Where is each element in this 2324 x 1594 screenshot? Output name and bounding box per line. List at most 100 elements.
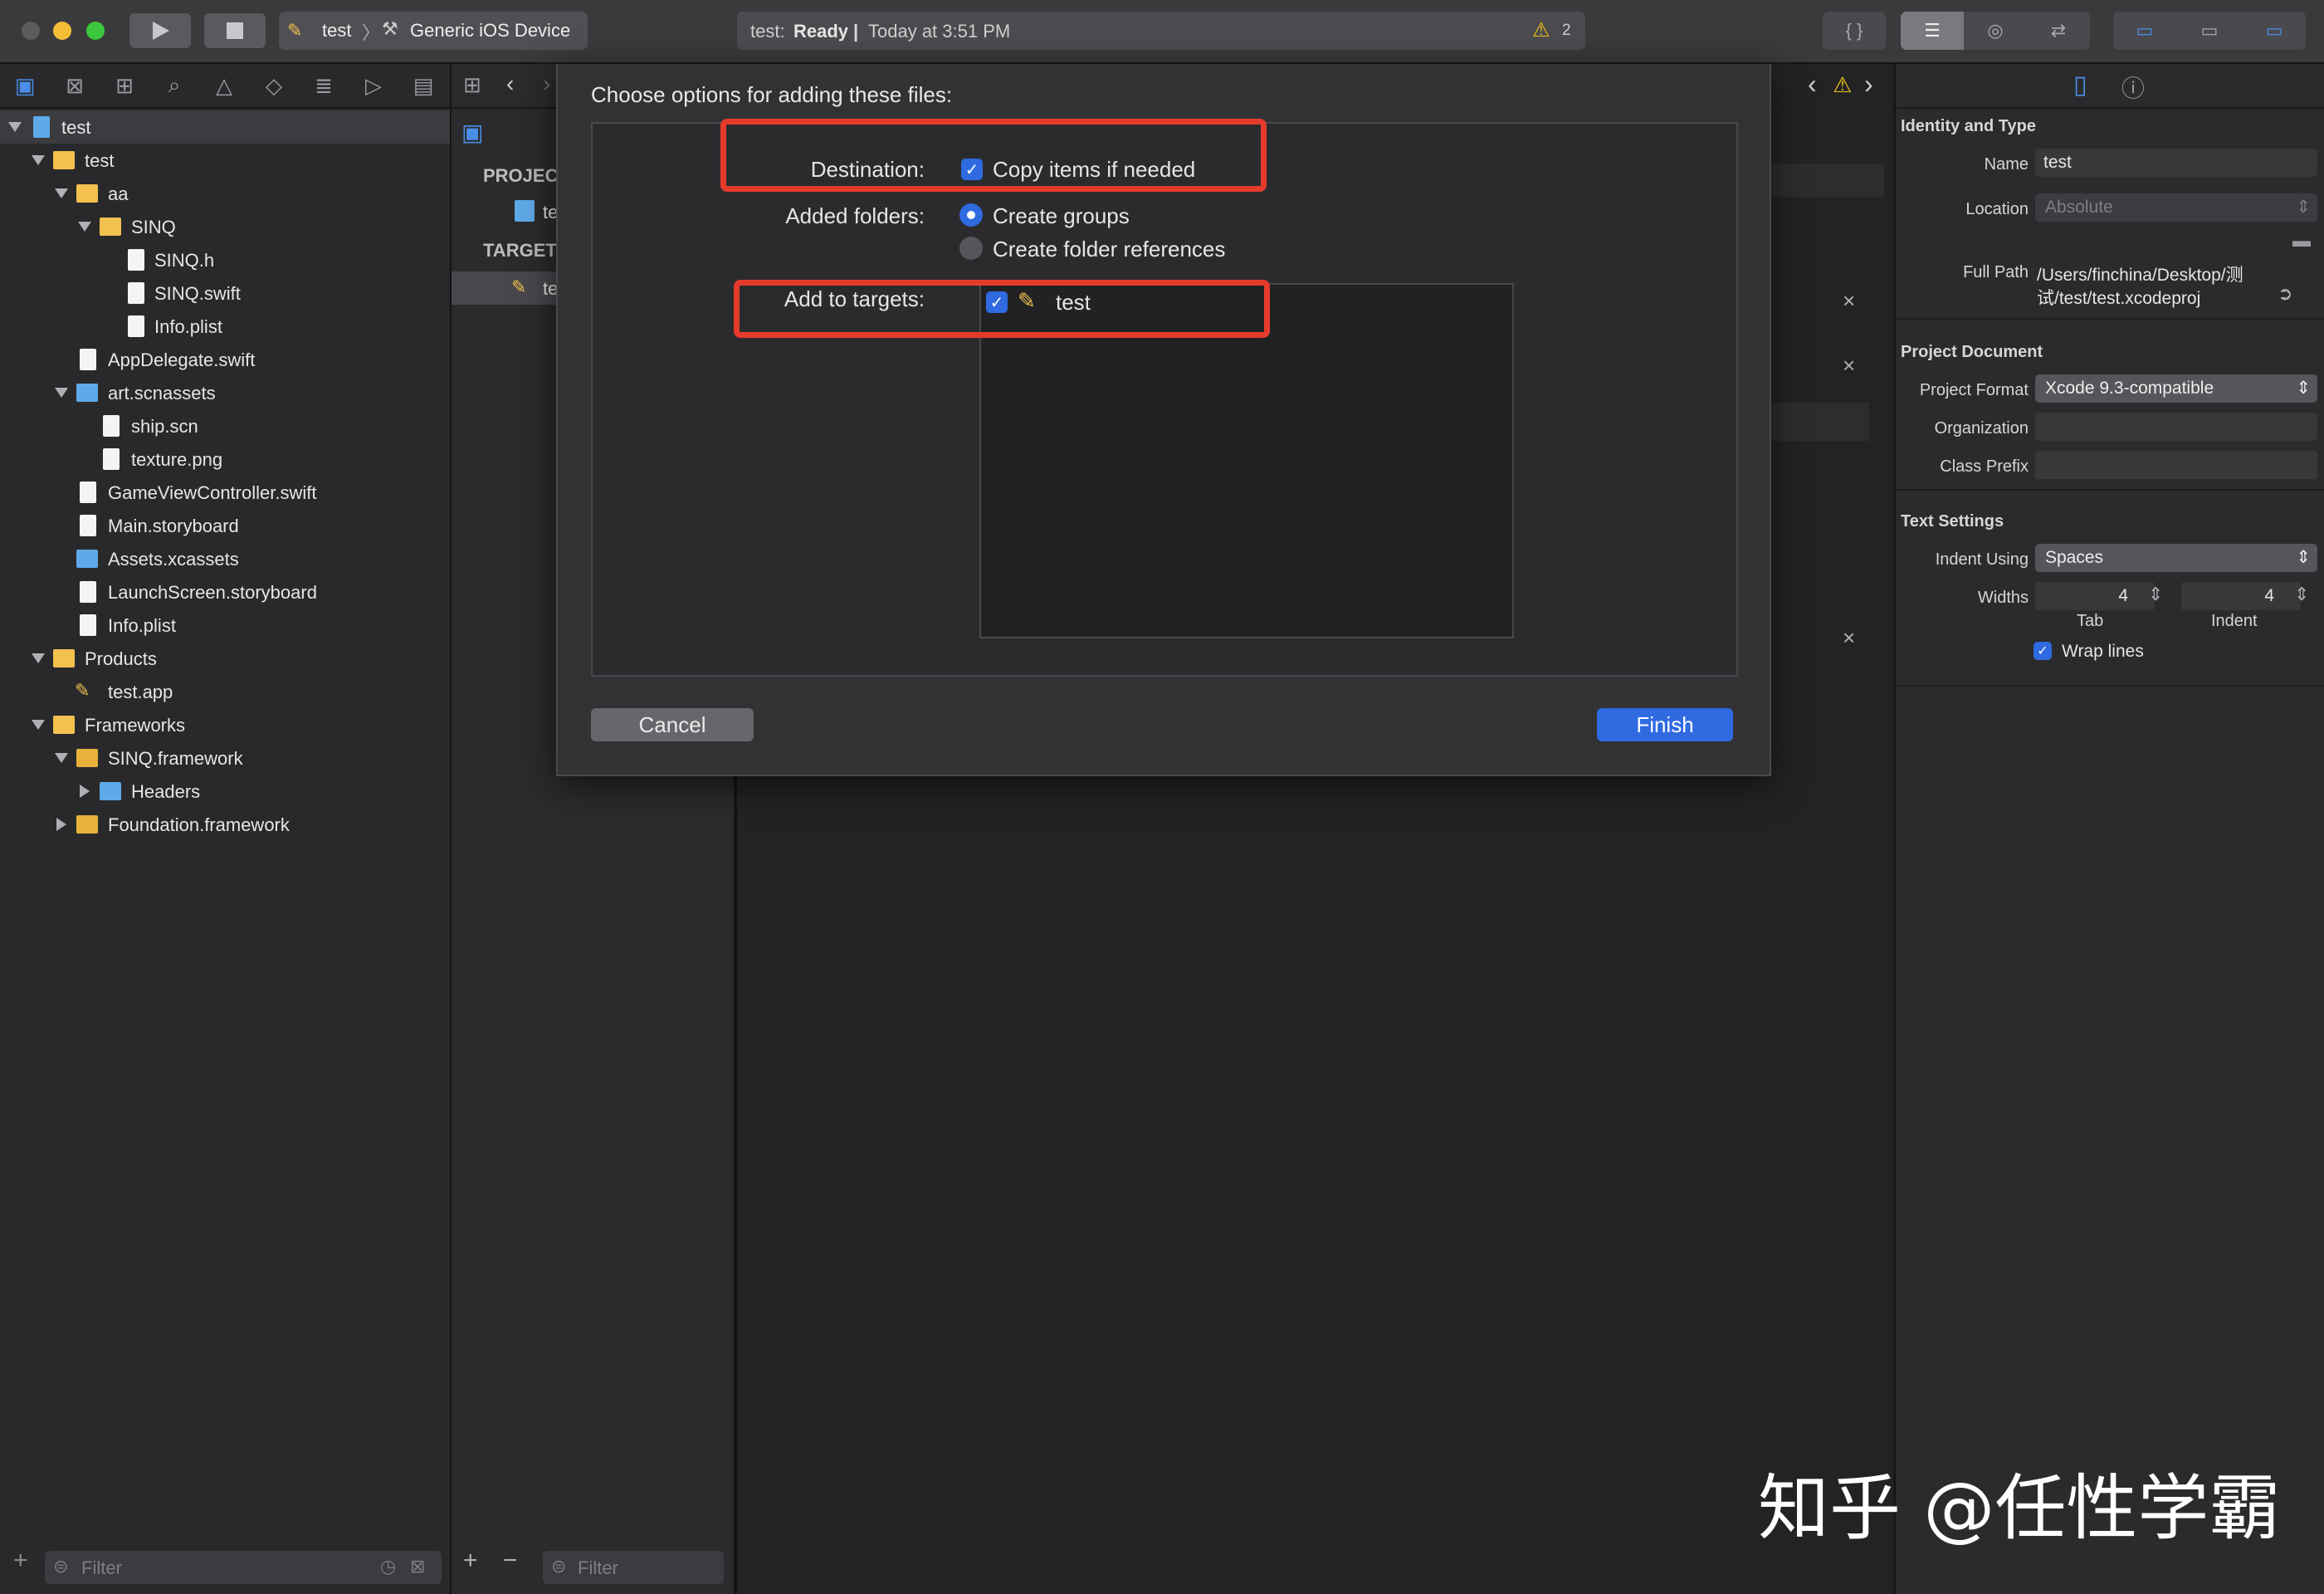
- target-filter-field[interactable]: ⊜ Filter: [543, 1551, 724, 1584]
- run-button[interactable]: [129, 13, 191, 48]
- project-navigator-icon[interactable]: ▣: [10, 71, 40, 100]
- tab-width-stepper-icon[interactable]: ⇕: [2148, 584, 2163, 605]
- source-control-filter-icon[interactable]: ⊠: [410, 1556, 425, 1577]
- panel-toggle-segmented[interactable]: ▭ ▭ ▭: [2113, 12, 2306, 50]
- next-issue-chevron-icon[interactable]: ›: [1864, 69, 1873, 100]
- tree-item-folder[interactable]: SINQ: [0, 210, 450, 243]
- disclosure-triangle-icon[interactable]: [32, 720, 45, 730]
- indent-using-select[interactable]: Spaces ⇕: [2035, 544, 2317, 572]
- filter-icon: ⊜: [53, 1556, 69, 1577]
- disclosure-triangle-icon[interactable]: [56, 818, 66, 831]
- tree-item-label: SINQ: [131, 217, 176, 237]
- warning-icon[interactable]: ⚠: [1532, 18, 1550, 42]
- debug-area-toggle-icon[interactable]: ▭: [2178, 12, 2241, 50]
- disclosure-triangle-icon[interactable]: [80, 785, 90, 798]
- navigator-toggle-icon[interactable]: ▭: [2113, 12, 2176, 50]
- indent-width-stepper-icon[interactable]: ⇕: [2294, 584, 2309, 605]
- create-groups-label[interactable]: Create groups: [993, 203, 1130, 229]
- location-select[interactable]: Absolute ⇕: [2035, 193, 2317, 222]
- organization-field[interactable]: [2035, 413, 2317, 441]
- zoom-window-button[interactable]: [86, 22, 105, 40]
- related-items-icon[interactable]: ⊞: [463, 72, 481, 98]
- debug-navigator-icon[interactable]: ≣: [309, 71, 339, 100]
- file-inspector-icon[interactable]: ▯: [2073, 71, 2087, 100]
- tree-item-framework[interactable]: SINQ.framework: [0, 741, 450, 775]
- tree-item-folder[interactable]: test: [0, 144, 450, 177]
- tree-item-framework[interactable]: Foundation.framework: [0, 808, 450, 841]
- disclosure-triangle-icon[interactable]: [55, 753, 68, 763]
- report-navigator-icon[interactable]: ▤: [408, 71, 438, 100]
- tree-item-file[interactable]: Main.storyboard: [0, 509, 450, 542]
- finish-button[interactable]: Finish: [1597, 708, 1733, 741]
- assistant-editor-icon[interactable]: ◎: [1964, 12, 2027, 50]
- class-prefix-field[interactable]: [2035, 451, 2317, 479]
- scheme-selector[interactable]: ✎ test 〉 ⚒ Generic iOS Device: [279, 12, 588, 50]
- tab-width-field[interactable]: 4: [2035, 582, 2155, 610]
- breakpoint-navigator-icon[interactable]: ▷: [359, 71, 388, 100]
- test-navigator-icon[interactable]: ◇: [259, 71, 289, 100]
- issue-navigator-icon[interactable]: △: [209, 71, 239, 100]
- tree-item-file[interactable]: SINQ.swift: [0, 276, 450, 310]
- name-field[interactable]: test: [2035, 149, 2317, 177]
- tree-item-file[interactable]: LaunchScreen.storyboard: [0, 575, 450, 609]
- create-folder-references-radio[interactable]: [959, 237, 983, 260]
- tree-item-file[interactable]: Assets.xcassets: [0, 542, 450, 575]
- tree-item-folder[interactable]: art.scnassets: [0, 376, 450, 409]
- swift-file-icon: [80, 482, 96, 503]
- tree-item-file[interactable]: Info.plist: [0, 609, 450, 642]
- add-file-button[interactable]: +: [13, 1547, 28, 1575]
- disclosure-triangle-icon[interactable]: [78, 222, 91, 232]
- tree-item-file[interactable]: texture.png: [0, 443, 450, 476]
- disclosure-triangle-icon[interactable]: [32, 653, 45, 663]
- tree-item-folder[interactable]: Headers: [0, 775, 450, 808]
- warning-count[interactable]: 2: [1562, 22, 1571, 40]
- create-folder-references-label[interactable]: Create folder references: [993, 237, 1225, 262]
- library-button[interactable]: { }: [1823, 12, 1886, 50]
- disclosure-triangle-icon[interactable]: [32, 155, 45, 165]
- remove-icon[interactable]: ×: [1843, 288, 1855, 314]
- standard-editor-icon[interactable]: ☰: [1901, 12, 1964, 50]
- warning-icon[interactable]: ⚠: [1833, 72, 1852, 98]
- reveal-in-finder-icon[interactable]: ➲: [2278, 283, 2292, 305]
- previous-issue-chevron-icon[interactable]: ‹: [1808, 69, 1817, 100]
- tree-item-folder[interactable]: aa: [0, 177, 450, 210]
- remove-icon[interactable]: ×: [1843, 625, 1855, 651]
- disclosure-triangle-icon[interactable]: [55, 388, 68, 398]
- remove-target-button[interactable]: −: [503, 1547, 518, 1575]
- recent-files-icon[interactable]: ◷: [380, 1556, 396, 1577]
- tree-item-file[interactable]: GameViewController.swift: [0, 476, 450, 509]
- disclosure-triangle-icon[interactable]: [8, 122, 22, 132]
- inspector-toggle-icon[interactable]: ▭: [2243, 12, 2306, 50]
- add-target-button[interactable]: +: [463, 1547, 478, 1575]
- tree-item-file[interactable]: Info.plist: [0, 310, 450, 343]
- back-chevron-icon[interactable]: ‹: [506, 71, 514, 97]
- version-editor-icon[interactable]: ⇄: [2027, 12, 2090, 50]
- wrap-lines-checkbox[interactable]: ✓: [2034, 642, 2052, 660]
- disclosure-triangle-icon[interactable]: [55, 188, 68, 198]
- cancel-button[interactable]: Cancel: [591, 708, 754, 741]
- stop-button[interactable]: [204, 13, 266, 48]
- tree-item-folder[interactable]: Frameworks: [0, 708, 450, 741]
- tree-item-folder[interactable]: Products: [0, 642, 450, 675]
- project-format-select[interactable]: Xcode 9.3-compatible ⇕: [2035, 374, 2317, 403]
- tree-item-file[interactable]: AppDelegate.swift: [0, 343, 450, 376]
- quick-help-icon[interactable]: ⓘ: [2121, 71, 2145, 104]
- indent-width-field[interactable]: 4: [2181, 582, 2301, 610]
- folder-reveal-icon[interactable]: ▬: [2292, 230, 2311, 252]
- forward-chevron-icon[interactable]: ›: [543, 71, 550, 97]
- tree-item-file[interactable]: ship.scn: [0, 409, 450, 443]
- tree-item-file[interactable]: ✎ test.app: [0, 675, 450, 708]
- tree-item-project[interactable]: test: [0, 110, 450, 144]
- navigator-filter-field[interactable]: ⊜ Filter ◷ ⊠: [45, 1551, 442, 1584]
- tree-item-file[interactable]: SINQ.h: [0, 243, 450, 276]
- symbol-navigator-icon[interactable]: ⊞: [110, 71, 139, 100]
- source-control-icon[interactable]: ⊠: [60, 71, 90, 100]
- create-groups-radio[interactable]: [959, 203, 983, 227]
- close-window-button[interactable]: [22, 22, 40, 40]
- hide-list-icon[interactable]: ▣: [461, 119, 483, 146]
- remove-icon[interactable]: ×: [1843, 353, 1855, 379]
- search-icon[interactable]: ⌕: [159, 71, 189, 100]
- options-box: Destination: ✓ Copy items if needed Adde…: [591, 122, 1738, 677]
- editor-mode-segmented[interactable]: ☰ ◎ ⇄: [1901, 12, 2090, 50]
- minimize-window-button[interactable]: [53, 22, 71, 40]
